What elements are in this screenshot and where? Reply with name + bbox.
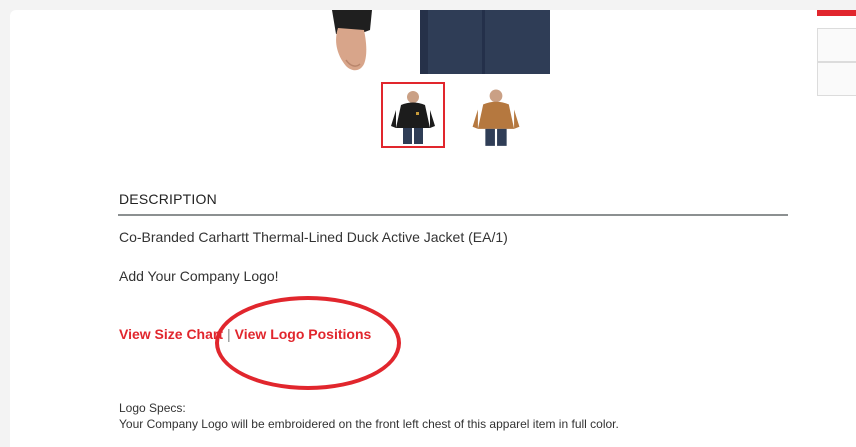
description-heading: DESCRIPTION [119, 191, 217, 207]
side-panel-button-2[interactable] [817, 62, 856, 96]
thumbnail-brown-jacket[interactable] [464, 82, 528, 148]
product-description: Co-Branded Carhartt Thermal-Lined Duck A… [119, 229, 508, 245]
side-panel-button-1[interactable] [817, 28, 856, 62]
black-jacket-image [391, 91, 435, 144]
highlight-circle [215, 296, 401, 390]
description-divider [118, 214, 788, 216]
product-page: DESCRIPTION Co-Branded Carhartt Thermal-… [10, 10, 856, 447]
product-main-image [332, 10, 552, 74]
logo-specs-text: Your Company Logo will be embroidered on… [119, 417, 619, 431]
logo-specs-label: Logo Specs: [119, 401, 186, 415]
view-size-chart-link[interactable]: View Size Chart [119, 326, 223, 342]
add-logo-text: Add Your Company Logo! [119, 268, 279, 284]
brown-jacket-image [472, 89, 520, 146]
side-panel-accent [817, 10, 856, 16]
thumbnail-black-jacket[interactable] [381, 82, 445, 148]
